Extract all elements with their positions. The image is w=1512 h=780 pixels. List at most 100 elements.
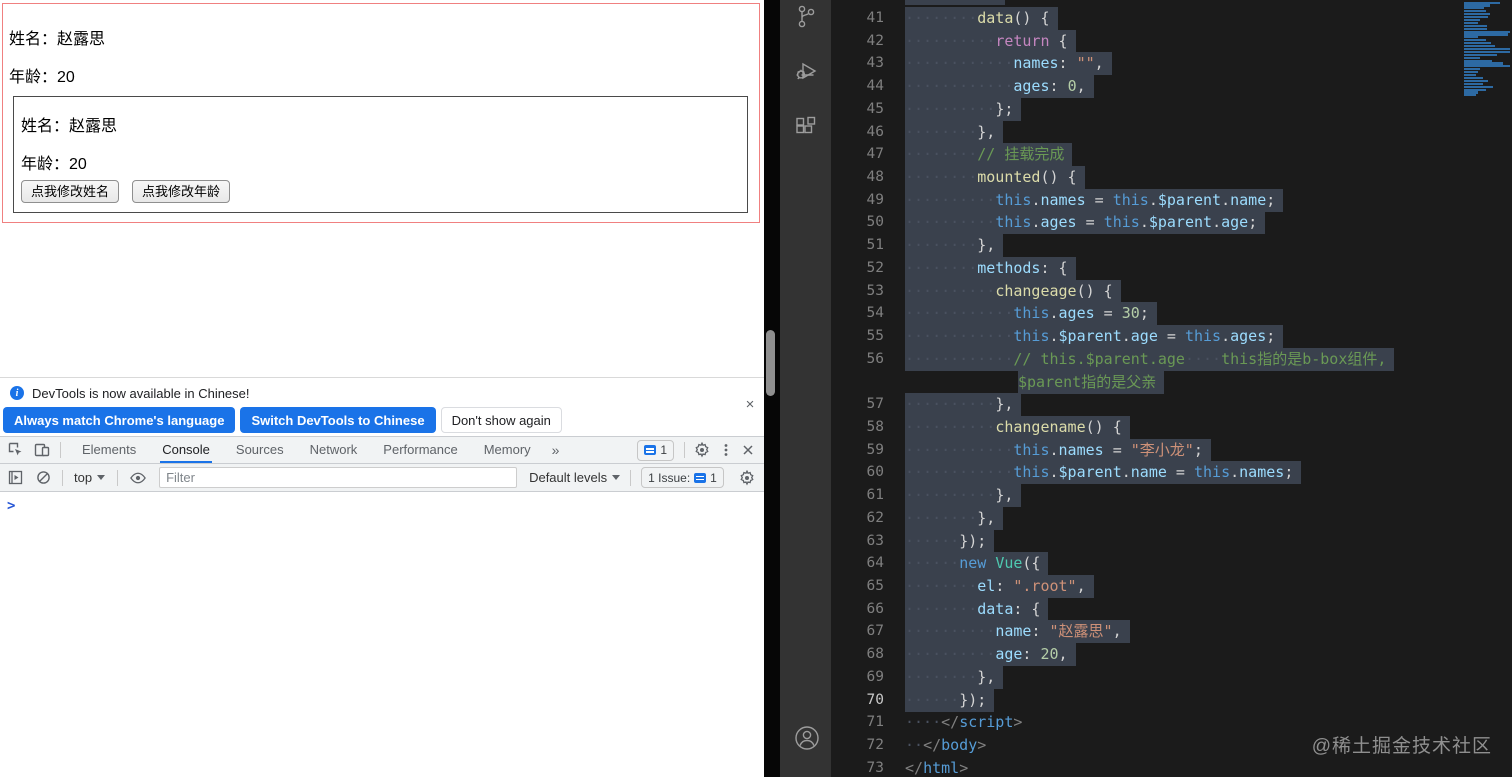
live-expression-eye-icon[interactable] [130, 470, 146, 486]
tab-performance[interactable]: Performance [381, 437, 459, 463]
code-line-54[interactable]: ············this.ages = 30; [905, 302, 1157, 326]
code-line-69[interactable]: ········}, [905, 665, 1004, 689]
code-line-46[interactable]: ········}, [905, 120, 1004, 144]
page-button-0[interactable]: 点我修改姓名 [21, 180, 120, 203]
code-line-71[interactable]: ····</script> [905, 711, 1022, 734]
code-line-68[interactable]: ··········age: 20, [905, 643, 1076, 667]
line-number-47[interactable]: 47 [831, 143, 884, 166]
line-number-48[interactable]: 48 [831, 166, 884, 189]
banner-button-0[interactable]: Always match Chrome's language [3, 407, 236, 433]
line-number-41[interactable]: 41 [831, 7, 884, 30]
line-number-62[interactable]: 62 [831, 507, 884, 530]
issues-badge[interactable]: 1 Issue: 1 [641, 467, 724, 488]
line-number-64[interactable]: 64 [831, 552, 884, 575]
line-number-72[interactable]: 72 [831, 734, 884, 757]
line-number-42[interactable]: 42 [831, 30, 884, 53]
code-line-60[interactable]: ············this.$parent.name = this.nam… [905, 461, 1302, 485]
code-line-wrap[interactable]: $parent指的是父亲 [1018, 370, 1165, 394]
code-line-50[interactable]: ··········this.ages = this.$parent.age; [905, 211, 1266, 235]
line-number-73[interactable]: 73 [831, 757, 884, 780]
code-line-70[interactable]: ······}); [905, 688, 995, 712]
line-number-46[interactable]: 46 [831, 121, 884, 144]
line-number-58[interactable]: 58 [831, 416, 884, 439]
tab-elements[interactable]: Elements [80, 437, 138, 463]
line-number-68[interactable]: 68 [831, 643, 884, 666]
code-line-52[interactable]: ········methods: { [905, 256, 1076, 280]
code-line-47[interactable]: ········// 挂载完成 [905, 143, 1073, 167]
context-selector[interactable]: top [74, 470, 106, 485]
line-number-63[interactable]: 63 [831, 530, 884, 553]
code-line-49[interactable]: ··········this.names = this.$parent.name… [905, 188, 1284, 212]
code-line-56[interactable]: ············// this.$parent.age····this指… [905, 347, 1395, 371]
line-number-51[interactable]: 51 [831, 234, 884, 257]
code-line-65[interactable]: ········el: ".root", [905, 575, 1094, 598]
code-line-43[interactable]: ············names: "", [905, 52, 1112, 76]
line-number-67[interactable]: 67 [831, 620, 884, 643]
browser-scrollbar-thumb[interactable] [766, 330, 775, 396]
more-tabs-chevron[interactable]: » [552, 442, 560, 458]
tab-network[interactable]: Network [308, 437, 360, 463]
code-line-59[interactable]: ············this.names = "李小龙"; [905, 438, 1211, 462]
account-icon[interactable] [793, 724, 819, 750]
line-number-61[interactable]: 61 [831, 484, 884, 507]
line-number-56[interactable]: 56 [831, 348, 884, 371]
default-levels-dropdown[interactable]: Default levels [529, 470, 621, 485]
tab-memory[interactable]: Memory [482, 437, 533, 463]
code-line-57[interactable]: ··········}, [905, 393, 1022, 417]
extensions-icon[interactable] [793, 114, 819, 140]
source-control-icon[interactable] [793, 4, 819, 30]
line-number-59[interactable]: 59 [831, 439, 884, 462]
code-line-64[interactable]: ······new Vue({ [905, 552, 1049, 576]
line-number-54[interactable]: 54 [831, 302, 884, 325]
tab-sources[interactable]: Sources [234, 437, 286, 463]
line-number-50[interactable]: 50 [831, 211, 884, 234]
code-area[interactable]: ········data() {··········return {······… [905, 0, 1464, 777]
code-line-44[interactable]: ············ages: 0, [905, 75, 1094, 99]
code-line-62[interactable]: ········}, [905, 506, 1004, 530]
line-number-44[interactable]: 44 [831, 75, 884, 98]
code-line-58[interactable]: ··········changename() { [905, 415, 1130, 439]
banner-close-icon[interactable]: × [742, 397, 758, 413]
line-number-55[interactable]: 55 [831, 325, 884, 348]
code-line-55[interactable]: ············this.$parent.age = this.ages… [905, 325, 1284, 349]
line-number-70[interactable]: 70 [831, 689, 884, 712]
close-devtools-icon[interactable] [740, 442, 756, 458]
line-number-66[interactable]: 66 [831, 598, 884, 621]
code-line-73[interactable]: </html> [905, 757, 968, 777]
inspect-icon[interactable] [8, 442, 24, 458]
code-line-66[interactable]: ········data: { [905, 597, 1049, 621]
line-number-52[interactable]: 52 [831, 257, 884, 280]
console-messages-badge[interactable]: 1 [637, 439, 674, 461]
code-line-53[interactable]: ··········changeage() { [905, 279, 1121, 303]
code-line-51[interactable]: ········}, [905, 234, 1004, 258]
line-number-69[interactable]: 69 [831, 666, 884, 689]
console-prompt-chevron[interactable]: > [7, 498, 15, 514]
code-line-61[interactable]: ··········}, [905, 484, 1022, 508]
line-number-57[interactable]: 57 [831, 393, 884, 416]
code-line-63[interactable]: ······}); [905, 529, 995, 553]
line-number-71[interactable]: 71 [831, 711, 884, 734]
tab-console[interactable]: Console [160, 437, 212, 463]
code-line-48[interactable]: ········mounted() { [905, 166, 1085, 190]
device-toolbar-icon[interactable] [34, 442, 50, 458]
kebab-menu-icon[interactable] [718, 442, 734, 458]
banner-button-2[interactable]: Don't show again [440, 407, 562, 433]
code-line-42[interactable]: ··········return { [905, 29, 1076, 53]
editor-minimap[interactable] [1464, 0, 1512, 110]
line-number-53[interactable]: 53 [831, 280, 884, 303]
code-line-72[interactable]: ··</body> [905, 734, 986, 757]
filter-input[interactable] [159, 467, 518, 488]
clear-console-icon[interactable] [35, 470, 51, 486]
line-number-65[interactable]: 65 [831, 575, 884, 598]
settings-gear-icon[interactable] [694, 442, 710, 458]
banner-button-1[interactable]: Switch DevTools to Chinese [240, 407, 436, 433]
line-number-45[interactable]: 45 [831, 98, 884, 121]
line-number-49[interactable]: 49 [831, 189, 884, 212]
console-sidebar-icon[interactable] [7, 470, 23, 486]
console-output-area[interactable]: > [0, 492, 764, 721]
code-line-67[interactable]: ··········name: "赵露思", [905, 620, 1130, 644]
page-button-1[interactable]: 点我修改年龄 [132, 180, 231, 203]
line-number-43[interactable]: 43 [831, 52, 884, 75]
run-debug-icon[interactable] [793, 58, 819, 84]
code-line-45[interactable]: ··········}; [905, 97, 1022, 121]
